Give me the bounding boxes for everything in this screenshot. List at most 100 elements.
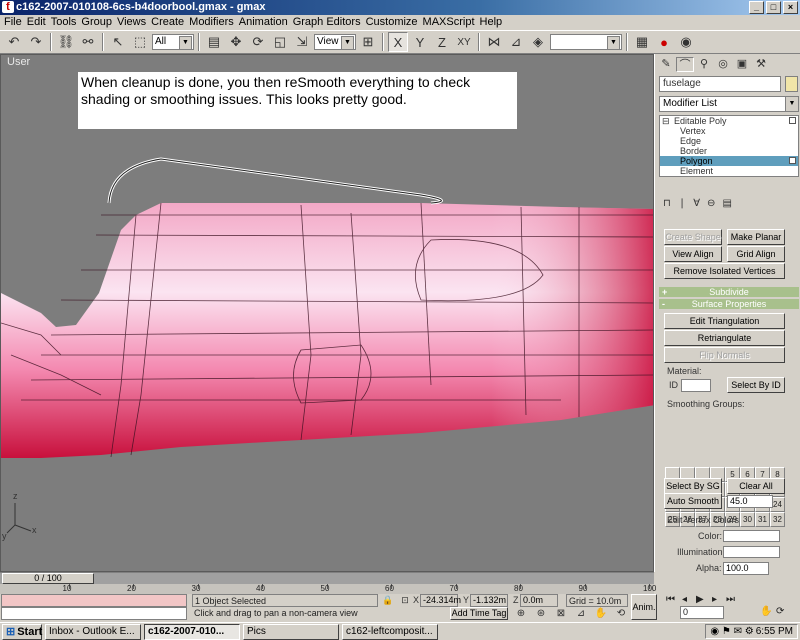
add-time-tag-button[interactable]: Add Time Tag [450, 607, 508, 620]
close-button[interactable]: × [783, 1, 798, 14]
object-name-field[interactable]: fuselage [659, 76, 781, 92]
surface-properties-rollout[interactable]: - Surface Properties [659, 299, 799, 309]
configure-sets-icon[interactable]: ▤ [722, 198, 731, 214]
reference-coordinate-dropdown[interactable]: View [314, 34, 356, 50]
make-unique-icon[interactable]: ∀ [693, 198, 700, 214]
menu-views[interactable]: Views [117, 15, 151, 30]
prev-frame-icon[interactable]: ◂ [682, 594, 687, 605]
select-move-icon[interactable]: ⇲ [292, 32, 312, 52]
quick-render-icon[interactable]: ◉ [676, 32, 696, 52]
x-coordinate-field[interactable]: -24.314m [420, 594, 461, 607]
taskbar-gmax[interactable]: c162-2007-010... [144, 623, 240, 640]
make-planar-button[interactable]: Make Planar [727, 229, 785, 245]
smoothing-group-button[interactable]: 30 [740, 512, 755, 527]
region-select-icon[interactable]: ⬚ [130, 32, 150, 52]
scale-icon[interactable]: ◱ [270, 32, 290, 52]
auto-smooth-button[interactable]: Auto Smooth [664, 493, 722, 509]
select-by-sg-button[interactable]: Select By SG [664, 478, 722, 494]
move-icon[interactable]: ✥ [226, 32, 246, 52]
smoothing-group-button[interactable]: 31 [755, 512, 770, 527]
select-by-name-icon[interactable]: ▤ [204, 32, 224, 52]
current-frame-field[interactable]: 0 [680, 606, 724, 619]
taskbar-outlook[interactable]: Inbox - Outlook E... [45, 623, 141, 640]
modify-tab-icon[interactable]: ⌒ [676, 57, 694, 72]
hierarchy-tab-icon[interactable]: ⚲ [695, 57, 713, 72]
material-id-spinner[interactable] [681, 379, 711, 392]
select-link-icon[interactable]: ⛓ [56, 32, 76, 52]
maxscript-listener-input[interactable] [1, 594, 187, 607]
remove-modifier-icon[interactable]: ⊖ [707, 198, 715, 214]
menu-group[interactable]: Group [81, 15, 117, 30]
vertex-color-swatch[interactable] [723, 530, 780, 542]
menu-maxscript[interactable]: MAXScript [423, 15, 480, 30]
lock-selection-icon[interactable]: 🔒 [381, 594, 395, 607]
menu-graph-editors[interactable]: Graph Editors [293, 15, 366, 30]
object-color-swatch[interactable] [785, 76, 798, 92]
retriangulate-button[interactable]: Retriangulate [664, 330, 785, 346]
axis-xy-icon[interactable]: XY [454, 32, 474, 52]
menu-help[interactable]: Help [480, 15, 508, 30]
redo-icon[interactable]: ↷ [26, 32, 46, 52]
select-by-id-button[interactable]: Select By ID [727, 377, 785, 393]
viewport-user[interactable]: User When cleanup is done, you then reSm… [0, 54, 654, 572]
show-end-result-icon[interactable]: ❘ [678, 198, 686, 214]
create-shape-button[interactable]: Create Shape [664, 229, 722, 245]
zoom-extents-icon[interactable]: ⊠ [552, 607, 570, 620]
stack-item-element[interactable]: Element [660, 166, 798, 176]
orbit-icon[interactable]: ⟳ [776, 606, 784, 617]
start-button[interactable]: ⊞ Start [2, 623, 42, 640]
smoothing-group-button[interactable]: 32 [770, 512, 785, 527]
pan-view-icon[interactable]: ✋ [592, 607, 610, 620]
pivot-center-icon[interactable]: ⊞ [358, 32, 378, 52]
maximize-button[interactable]: □ [766, 1, 781, 14]
play-icon[interactable]: ▶ [696, 594, 704, 605]
illumination-color-swatch[interactable] [723, 546, 780, 558]
viewport-label[interactable]: User [7, 56, 30, 68]
taskbar-composite[interactable]: c162-leftcomposit... [342, 623, 438, 640]
display-tab-icon[interactable]: ▣ [733, 57, 751, 72]
go-to-end-icon[interactable]: ⏭ [726, 594, 735, 605]
auto-smooth-threshold[interactable]: 45.0 [727, 495, 773, 508]
stack-item-edge[interactable]: Edge [660, 136, 798, 146]
zoom-icon[interactable]: ⊕ [512, 607, 530, 620]
create-tab-icon[interactable]: ✎ [657, 57, 675, 72]
arc-rotate-icon[interactable]: ⟲ [612, 607, 630, 620]
alpha-spinner[interactable]: 100.0 [723, 562, 769, 575]
menu-modifiers[interactable]: Modifiers [189, 15, 239, 30]
zoom-all-icon[interactable]: ⊛ [532, 607, 550, 620]
utilities-tab-icon[interactable]: ⚒ [752, 57, 770, 72]
minimize-button[interactable]: _ [749, 1, 764, 14]
modifier-list-dropdown[interactable]: Modifier List [659, 96, 799, 112]
taskbar-pics[interactable]: Pics [243, 623, 339, 640]
menu-customize[interactable]: Customize [366, 15, 423, 30]
rotate-icon[interactable]: ⟳ [248, 32, 268, 52]
pan-icon[interactable]: ✋ [760, 606, 772, 617]
axis-z-icon[interactable]: Z [432, 32, 452, 52]
flip-normals-button[interactable]: Flip Normals [664, 347, 785, 363]
menu-tools[interactable]: Tools [51, 15, 82, 30]
stack-item-border[interactable]: Border [660, 146, 798, 156]
grid-align-button[interactable]: Grid Align [727, 246, 785, 262]
z-coordinate-field[interactable]: 0.0m [520, 594, 558, 607]
maxscript-listener-output[interactable] [1, 607, 187, 620]
menu-edit[interactable]: Edit [27, 15, 51, 30]
stack-item-editable-poly[interactable]: Editable Poly [660, 116, 798, 126]
axis-y-icon[interactable]: Y [410, 32, 430, 52]
named-selection-dropdown[interactable] [550, 34, 622, 50]
anim-mode-button[interactable]: Anim. [631, 594, 657, 620]
track-bar[interactable]: 10 20 30 40 50 60 70 80 90 100 [0, 584, 656, 594]
gmax-app-icon[interactable]: ƭ [2, 1, 14, 13]
absolute-mode-icon[interactable]: ⊡ [398, 594, 412, 607]
edit-triangulation-button[interactable]: Edit Triangulation [664, 313, 785, 329]
axis-x-icon[interactable]: X [388, 32, 408, 52]
render-icon[interactable]: ● [654, 32, 674, 52]
next-frame-icon[interactable]: ▸ [712, 594, 717, 605]
time-slider-knob[interactable]: 0 / 100 [2, 573, 94, 584]
unlink-icon[interactable]: ⚯ [78, 32, 98, 52]
view-align-button[interactable]: View Align [664, 246, 722, 262]
stack-item-polygon[interactable]: Polygon [660, 156, 798, 166]
material-editor-icon[interactable]: ▦ [632, 32, 652, 52]
align-icon[interactable]: ⊿ [506, 32, 526, 52]
motion-tab-icon[interactable]: ◎ [714, 57, 732, 72]
tray-icons[interactable]: ◉ ⚑ ✉ ⚙ [710, 626, 753, 637]
